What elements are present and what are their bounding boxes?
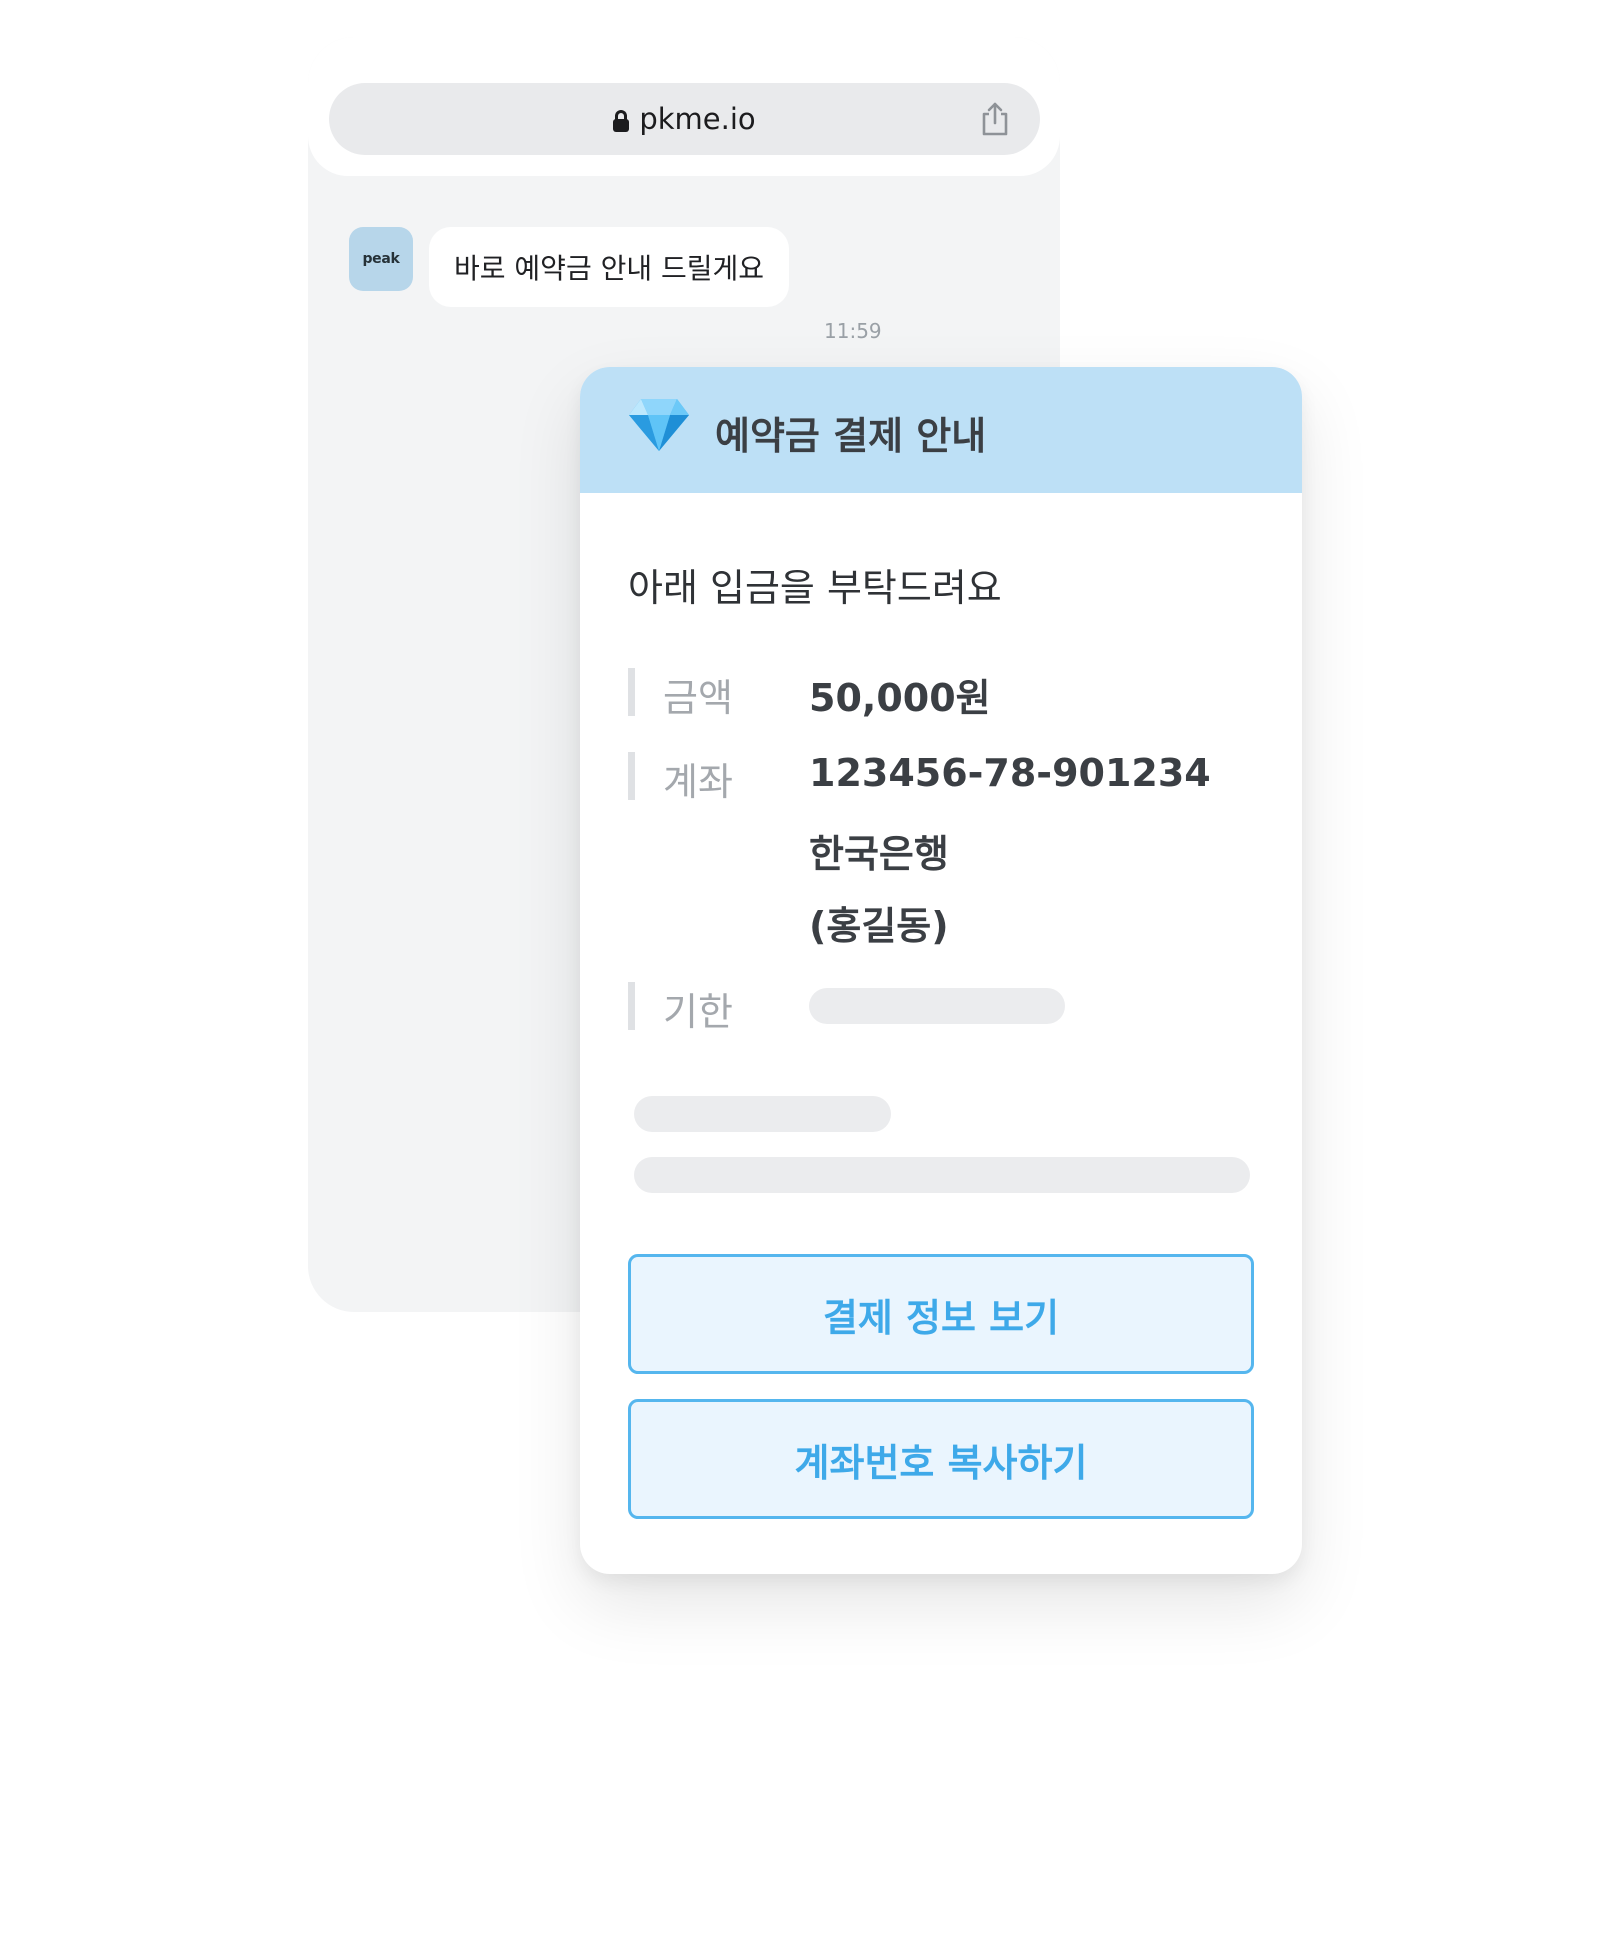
url-text: pkme.io (639, 102, 756, 136)
row-marker (628, 752, 635, 800)
lock-icon (613, 110, 630, 132)
message-timestamp: 11:59 (824, 319, 882, 343)
chat-bubble: 바로 예약금 안내 드릴게요 (429, 227, 790, 307)
address-bar[interactable]: pkme.io (329, 83, 1040, 155)
skeleton-line (634, 1096, 891, 1132)
avatar: peak (349, 227, 413, 291)
view-payment-info-button[interactable]: 결제 정보 보기 (628, 1254, 1254, 1374)
browser-top-bar: pkme.io (308, 37, 1060, 176)
deposit-info-card: 예약금 결제 안내 아래 입금을 부탁드려요 금액 50,000원 계좌 123… (580, 367, 1302, 1574)
account-holder: (홍길동) (809, 904, 949, 948)
chat-message-text: 바로 예약금 안내 드릴게요 (454, 252, 765, 285)
card-header: 예약금 결제 안내 (580, 367, 1302, 493)
amount-label: 금액 (663, 676, 733, 720)
card-subtitle: 아래 입금을 부탁드려요 (628, 566, 1002, 610)
copy-account-number-button[interactable]: 계좌번호 복사하기 (628, 1399, 1254, 1519)
amount-value: 50,000원 (809, 676, 991, 720)
card-title: 예약금 결제 안내 (715, 414, 987, 458)
gem-icon (629, 399, 689, 451)
skeleton-line (634, 1157, 1250, 1193)
account-number: 123456-78-901234 (809, 751, 1211, 795)
deadline-placeholder (809, 988, 1065, 1024)
stage: pkme.io peak 바로 예약금 안내 드릴게요 11:59 예약금 결제… (0, 0, 1610, 1934)
bank-name: 한국은행 (809, 832, 949, 876)
deadline-label: 기한 (663, 990, 733, 1034)
row-marker (628, 982, 635, 1030)
row-marker (628, 668, 635, 716)
share-icon[interactable] (980, 101, 1010, 137)
account-label: 계좌 (663, 760, 733, 804)
avatar-logo-text: peak (362, 251, 400, 267)
